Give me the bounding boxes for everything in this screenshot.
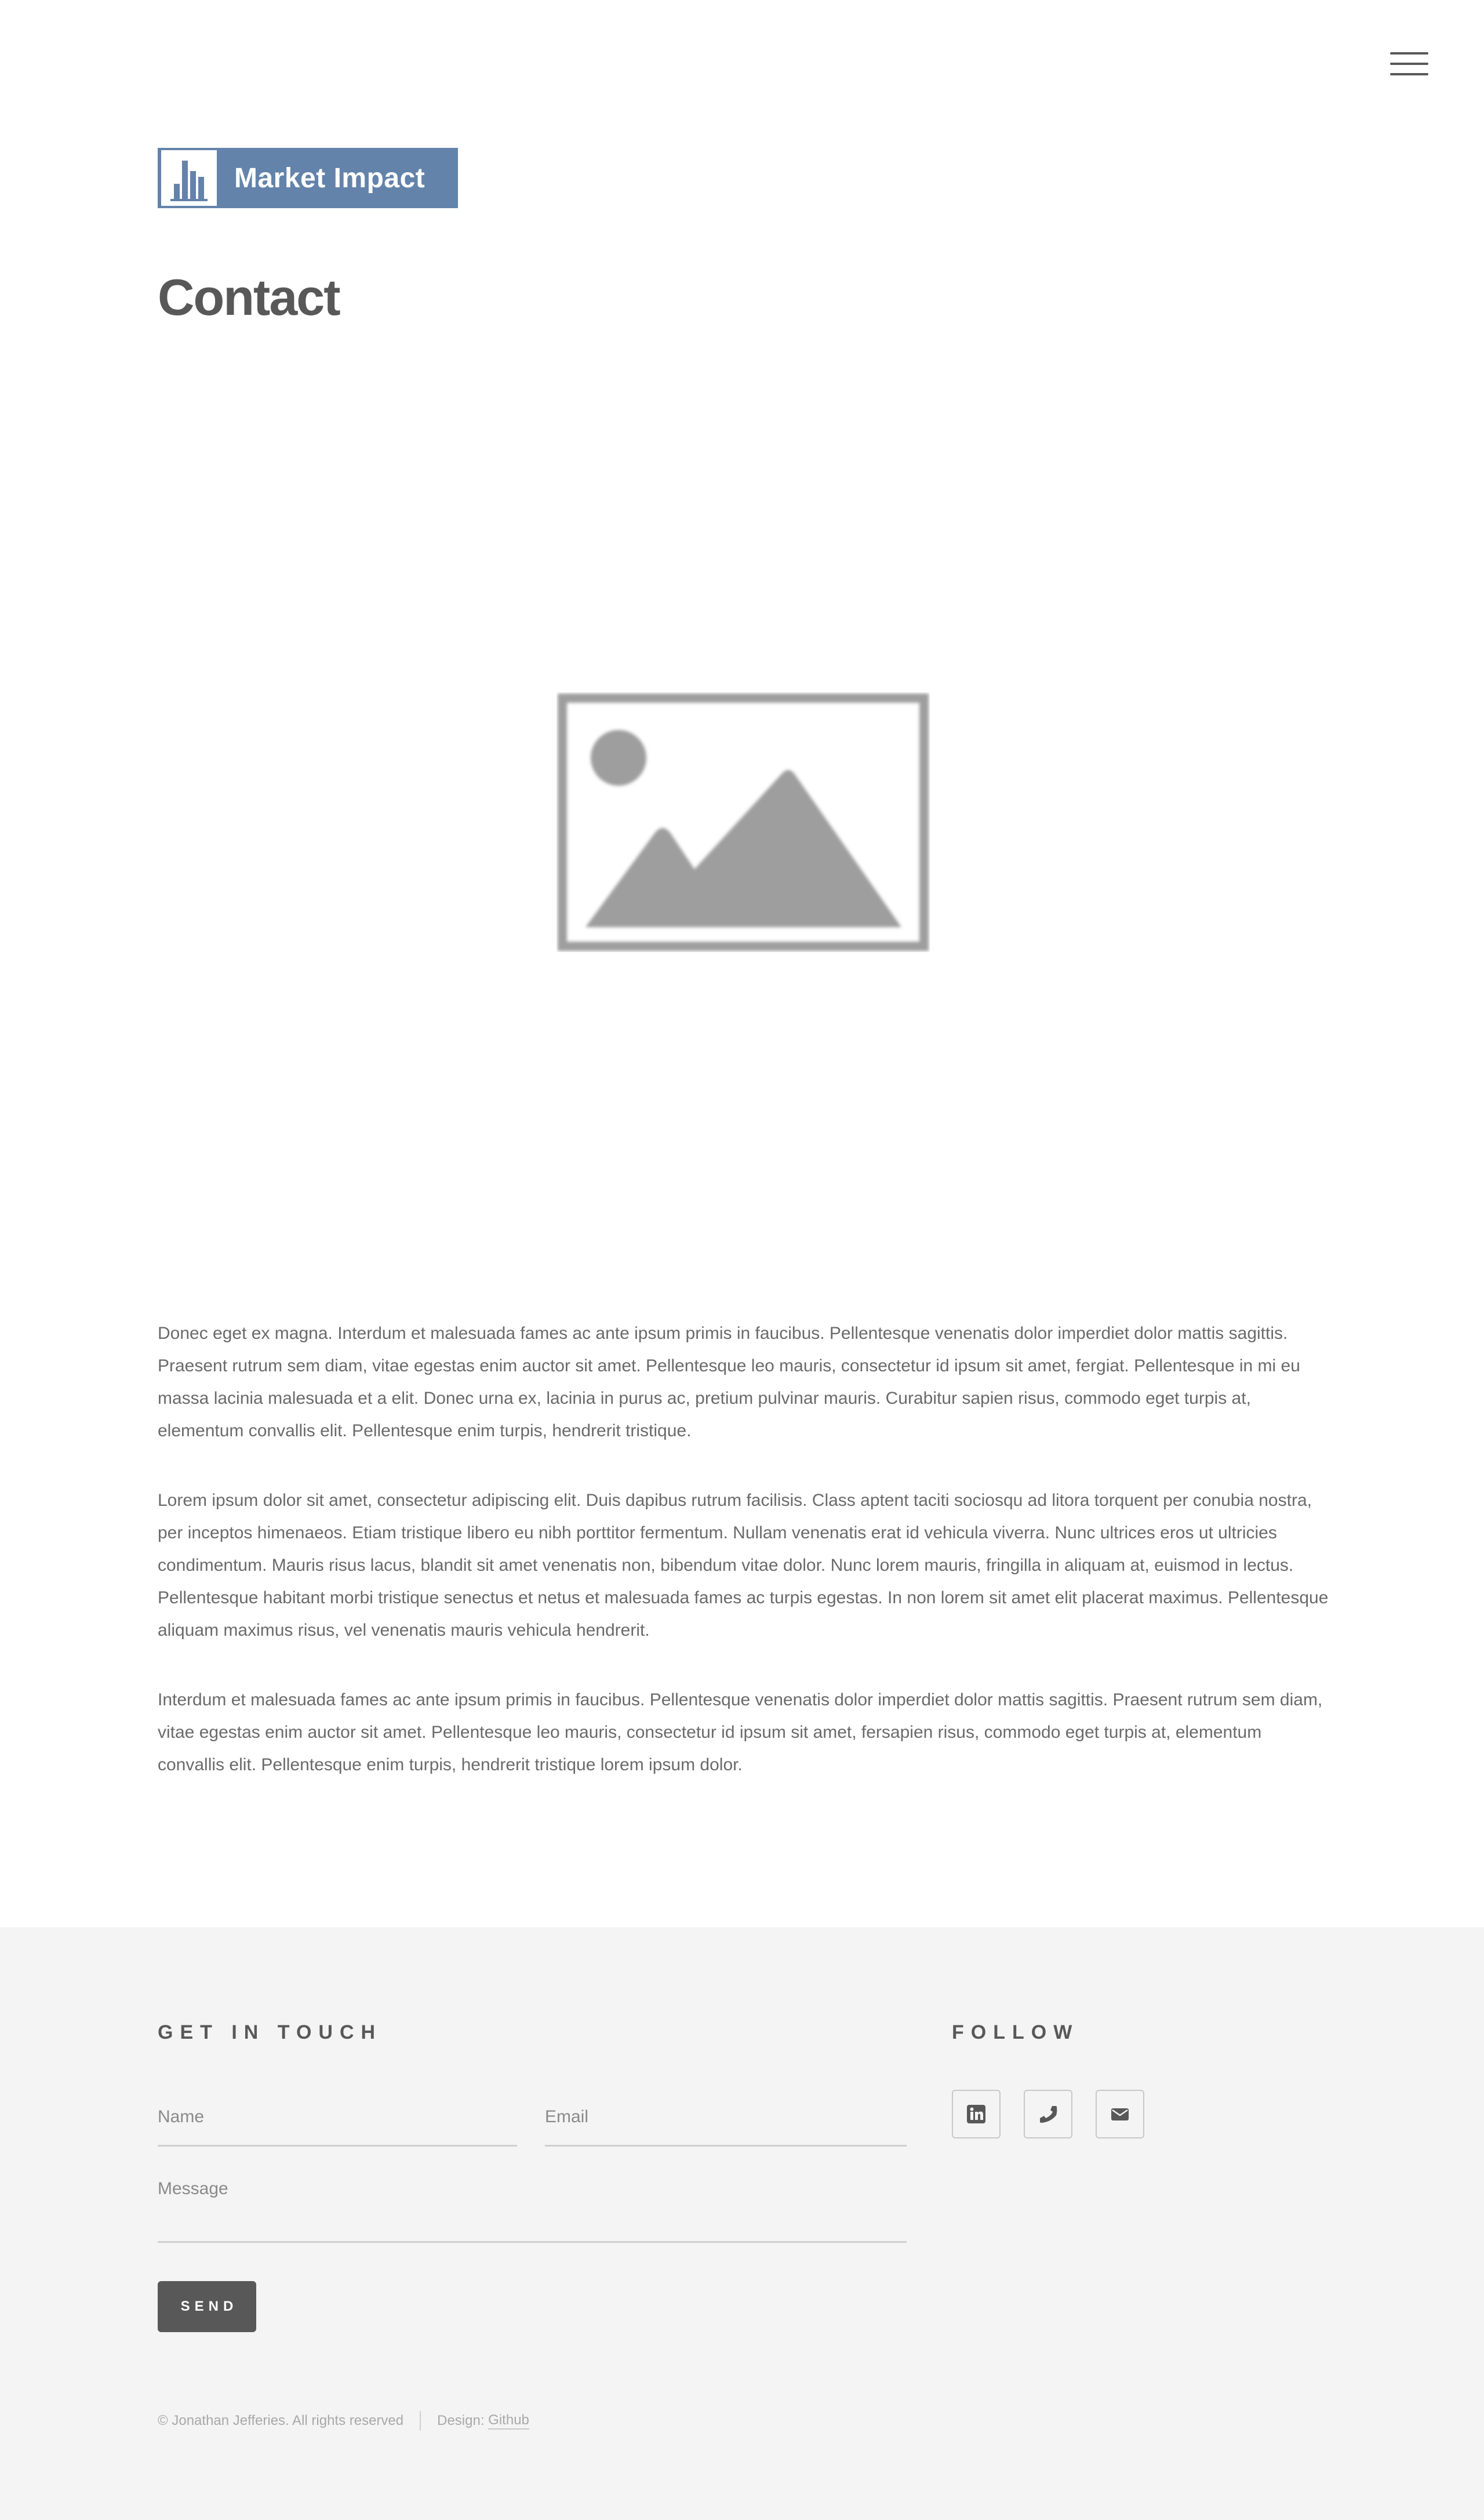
paragraph: Lorem ipsum dolor sit amet, consectetur … bbox=[158, 1491, 1329, 1640]
follow-heading: FOLLOW bbox=[952, 2021, 1079, 2043]
name-field[interactable]: Name bbox=[158, 2099, 517, 2147]
image-placeholder-icon bbox=[556, 692, 930, 955]
name-placeholder: Name bbox=[158, 2107, 205, 2126]
email-field[interactable]: Email bbox=[545, 2099, 907, 2147]
send-button[interactable]: SEND bbox=[158, 2281, 256, 2332]
get-in-touch-heading: GET IN TOUCH bbox=[158, 2021, 383, 2043]
hamburger-menu-icon[interactable] bbox=[1390, 51, 1428, 78]
site-logo[interactable]: Market Impact bbox=[158, 148, 458, 208]
message-field[interactable]: Message bbox=[158, 2171, 907, 2243]
page-title: Contact bbox=[158, 268, 341, 326]
email-placeholder: Email bbox=[545, 2107, 589, 2126]
logo-text: Market Impact bbox=[234, 162, 425, 194]
message-placeholder: Message bbox=[158, 2179, 228, 2198]
copyright-line: © Jonathan Jefferies. All rights reserve… bbox=[158, 2411, 529, 2431]
github-link[interactable]: Github bbox=[488, 2412, 529, 2430]
divider bbox=[420, 2411, 421, 2431]
menu-bar bbox=[1390, 63, 1428, 65]
body-text: Donec eget ex magna. Interdum et malesua… bbox=[158, 1317, 1329, 1818]
paragraph: Interdum et malesuada fames ac ante ipsu… bbox=[158, 1690, 1323, 1774]
linkedin-icon[interactable] bbox=[952, 2090, 1001, 2138]
copyright-text: © Jonathan Jefferies. All rights reserve… bbox=[158, 2413, 404, 2428]
menu-bar bbox=[1390, 52, 1428, 55]
design-label: Design: bbox=[437, 2413, 485, 2428]
paragraph: Donec eget ex magna. Interdum et malesua… bbox=[158, 1324, 1300, 1440]
phone-icon[interactable] bbox=[1024, 2090, 1072, 2138]
menu-bar bbox=[1390, 73, 1428, 75]
envelope-icon[interactable] bbox=[1096, 2090, 1144, 2138]
bar-chart-icon bbox=[161, 150, 217, 206]
